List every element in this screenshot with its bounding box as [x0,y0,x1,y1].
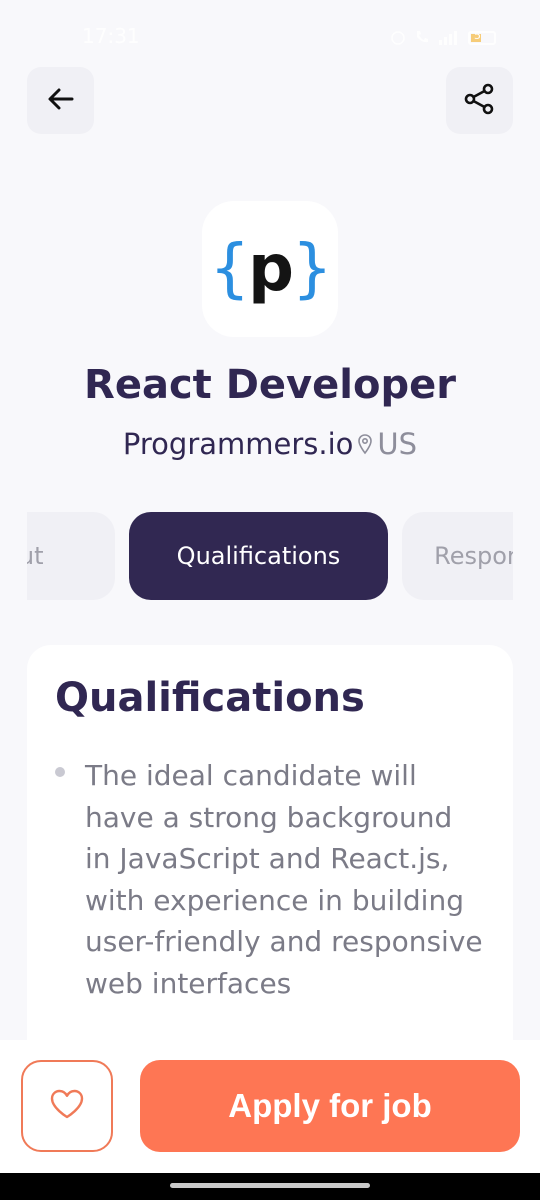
section-heading: Qualifications [55,675,365,721]
home-handle[interactable] [170,1183,370,1188]
heart-icon [49,1088,85,1124]
location-pin-icon [357,433,373,455]
qualifications-card: Qualifications The ideal candidate will … [27,645,513,1105]
bullet-icon [55,767,65,777]
status-time: 17:31 [82,24,140,48]
share-icon [464,83,496,119]
list-item: The ideal candidate will have a strong b… [55,755,485,1004]
company-logo-mark: {p} [209,232,332,306]
battery-icon: 5 [468,29,496,45]
battery-level: 5 [474,29,481,42]
alarm-icon [390,26,406,50]
job-location: US [377,427,418,461]
apply-button[interactable]: Apply for job [140,1060,520,1152]
back-button[interactable] [27,67,94,134]
list-item-text: The ideal candidate will have a strong b… [85,759,483,1000]
company-row: Programmers.io US [0,427,540,461]
favorite-button[interactable] [21,1060,113,1152]
job-title: React Developer [84,362,456,408]
tab-responsibilities[interactable]: Responsibilities [402,512,513,600]
tab-qualifications[interactable]: Qualifications [129,512,388,600]
company-name: Programmers.io [122,427,354,461]
bottom-action-bar: Apply for job [0,1040,540,1173]
status-icons: 5 [390,26,496,50]
tab-about[interactable]: About [27,512,115,600]
tab-bar: About Qualifications Responsibilities [27,512,513,602]
company-logo: {p} [202,201,338,337]
share-button[interactable] [446,67,513,134]
status-bar: 17:31 5 [0,0,540,60]
signal-icon [438,26,460,50]
call-icon [414,26,430,50]
qualifications-list: The ideal candidate will have a strong b… [55,755,485,1004]
arrow-left-icon [46,84,76,118]
system-nav-bar [0,1173,540,1200]
